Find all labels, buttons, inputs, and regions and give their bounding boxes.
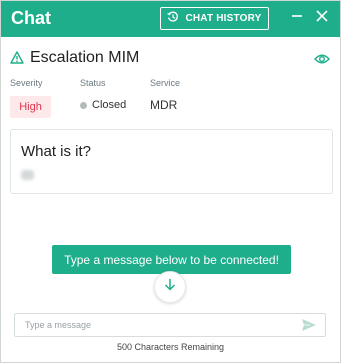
close-icon <box>316 9 328 27</box>
info-card-title: What is it? <box>21 143 92 160</box>
redacted-content <box>21 170 34 180</box>
status-dot-icon <box>80 102 87 109</box>
characters-remaining: 500 Characters Remaining <box>116 342 225 352</box>
eye-icon[interactable] <box>314 52 330 70</box>
status-value: Closed <box>92 99 127 111</box>
severity-badge: High <box>10 96 51 118</box>
message-composer <box>14 313 326 337</box>
warning-triangle-icon <box>10 51 24 69</box>
service-value: MDR <box>150 98 178 112</box>
close-button[interactable] <box>311 7 333 29</box>
arrow-down-icon <box>164 278 176 296</box>
severity-label: Severity <box>10 78 43 88</box>
chat-history-button[interactable]: CHAT HISTORY <box>160 7 269 30</box>
info-card: What is it? <box>10 129 333 194</box>
title-bar: Chat CHAT HISTORY <box>1 1 340 37</box>
service-label: Service <box>150 78 181 88</box>
incident-title: Escalation MIM <box>30 49 140 66</box>
minimize-icon <box>291 9 303 27</box>
connect-banner: Type a message below to be connected! <box>52 245 291 274</box>
chat-history-label: CHAT HISTORY <box>185 13 262 24</box>
minimize-button[interactable] <box>286 7 308 29</box>
message-input[interactable] <box>15 314 295 336</box>
history-icon <box>167 10 179 28</box>
app-title: Chat <box>11 8 51 28</box>
incident-header: Escalation MIM <box>10 48 334 72</box>
chat-window: Chat CHAT HISTORY Escalation MIM Severit… <box>0 0 341 363</box>
send-icon[interactable] <box>299 317 319 333</box>
status-label: Status <box>80 78 106 88</box>
scroll-down-button[interactable] <box>154 271 186 303</box>
